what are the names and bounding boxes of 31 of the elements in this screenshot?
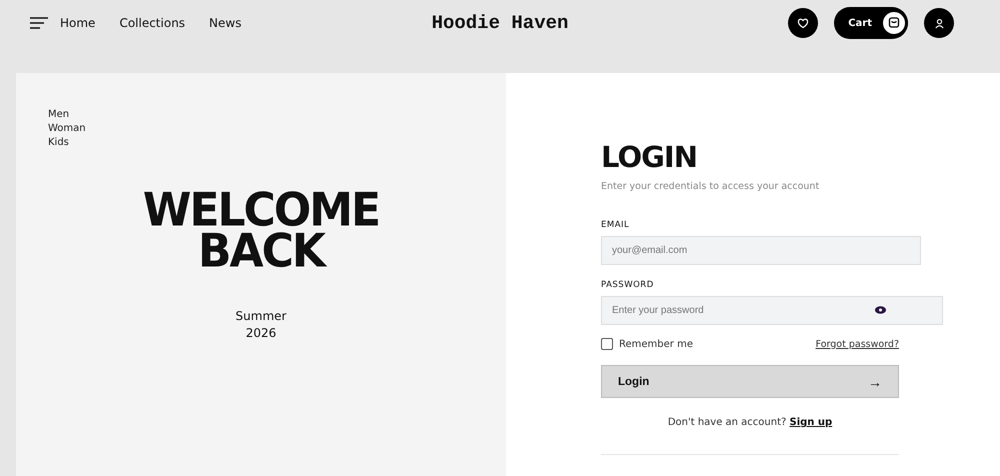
- menu-icon[interactable]: [30, 17, 48, 29]
- password-label: PASSWORD: [601, 280, 655, 290]
- category-link[interactable]: Men: [48, 108, 70, 122]
- season-text: Summer: [236, 308, 286, 325]
- welcome-heading: BACK: [198, 230, 324, 274]
- signup-link[interactable]: Sign up: [790, 417, 832, 428]
- nav-link[interactable]: Collections: [119, 16, 186, 30]
- brand-logo[interactable]: Hoodie Haven: [432, 12, 568, 34]
- category-link[interactable]: Kids: [48, 136, 69, 150]
- season-text: 2026: [246, 325, 276, 342]
- forgot-password-link[interactable]: Forgot password?: [816, 338, 899, 350]
- nav-link[interactable]: News: [209, 16, 242, 30]
- remember-label: Remember me: [619, 338, 693, 350]
- email-label: EMAIL: [601, 220, 630, 230]
- bag-icon: [880, 9, 908, 37]
- favorites-button[interactable]: [788, 8, 818, 38]
- signup-prompt: Don't have an account?: [668, 417, 786, 428]
- password-field[interactable]: Enter your password: [601, 296, 943, 325]
- email-field[interactable]: your@email.com: [601, 236, 921, 265]
- eye-icon[interactable]: [874, 305, 887, 315]
- category-link[interactable]: Woman: [48, 122, 86, 136]
- person-icon: [934, 18, 944, 28]
- subtitle-text: Enter your credentials to access your account: [601, 181, 820, 192]
- login-heading: LOGIN: [601, 139, 698, 175]
- account-button[interactable]: [924, 8, 954, 38]
- remember-checkbox[interactable]: [601, 338, 613, 350]
- heart-icon: [797, 17, 810, 29]
- cart-button[interactable]: Cart: [834, 7, 908, 39]
- nav-link[interactable]: Home: [60, 16, 96, 30]
- welcome-heading: WELCOME: [142, 188, 380, 232]
- login-button[interactable]: Login →: [601, 365, 899, 398]
